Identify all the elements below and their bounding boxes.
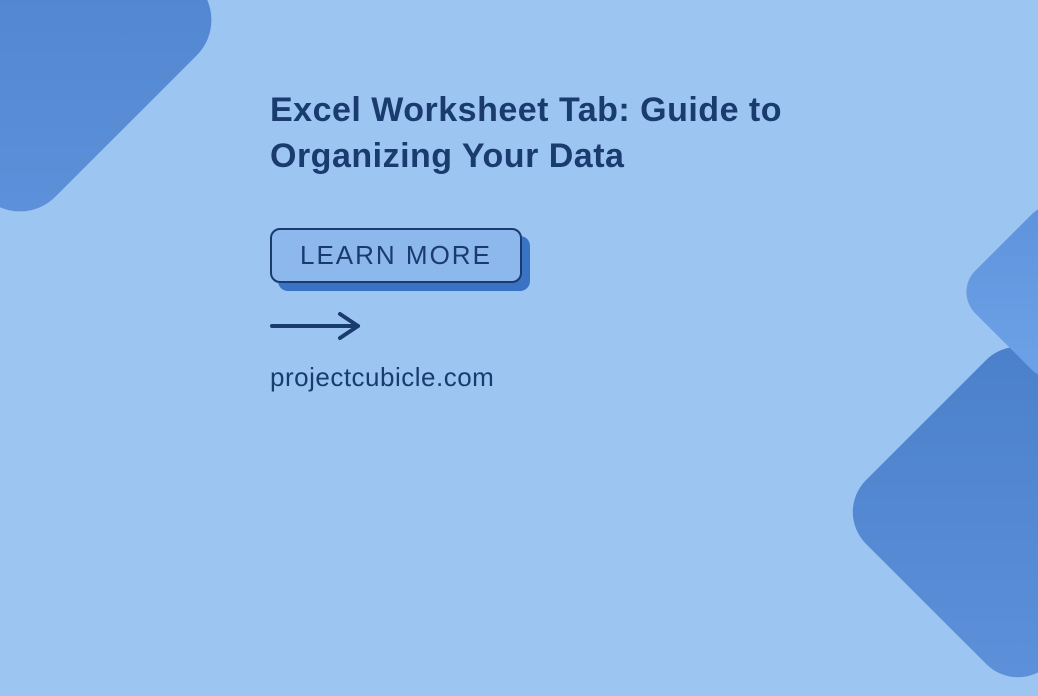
decorative-shape-bottom-right-large [834,328,1038,696]
page-title: Excel Worksheet Tab: Guide to Organizing… [270,88,830,180]
content-area: Excel Worksheet Tab: Guide to Organizing… [270,88,830,393]
button-label: LEARN MORE [270,228,522,283]
learn-more-button[interactable]: LEARN MORE [270,228,522,283]
site-name: projectcubicle.com [270,362,830,393]
arrow-icon [270,311,830,346]
decorative-shape-top-left [0,0,232,232]
